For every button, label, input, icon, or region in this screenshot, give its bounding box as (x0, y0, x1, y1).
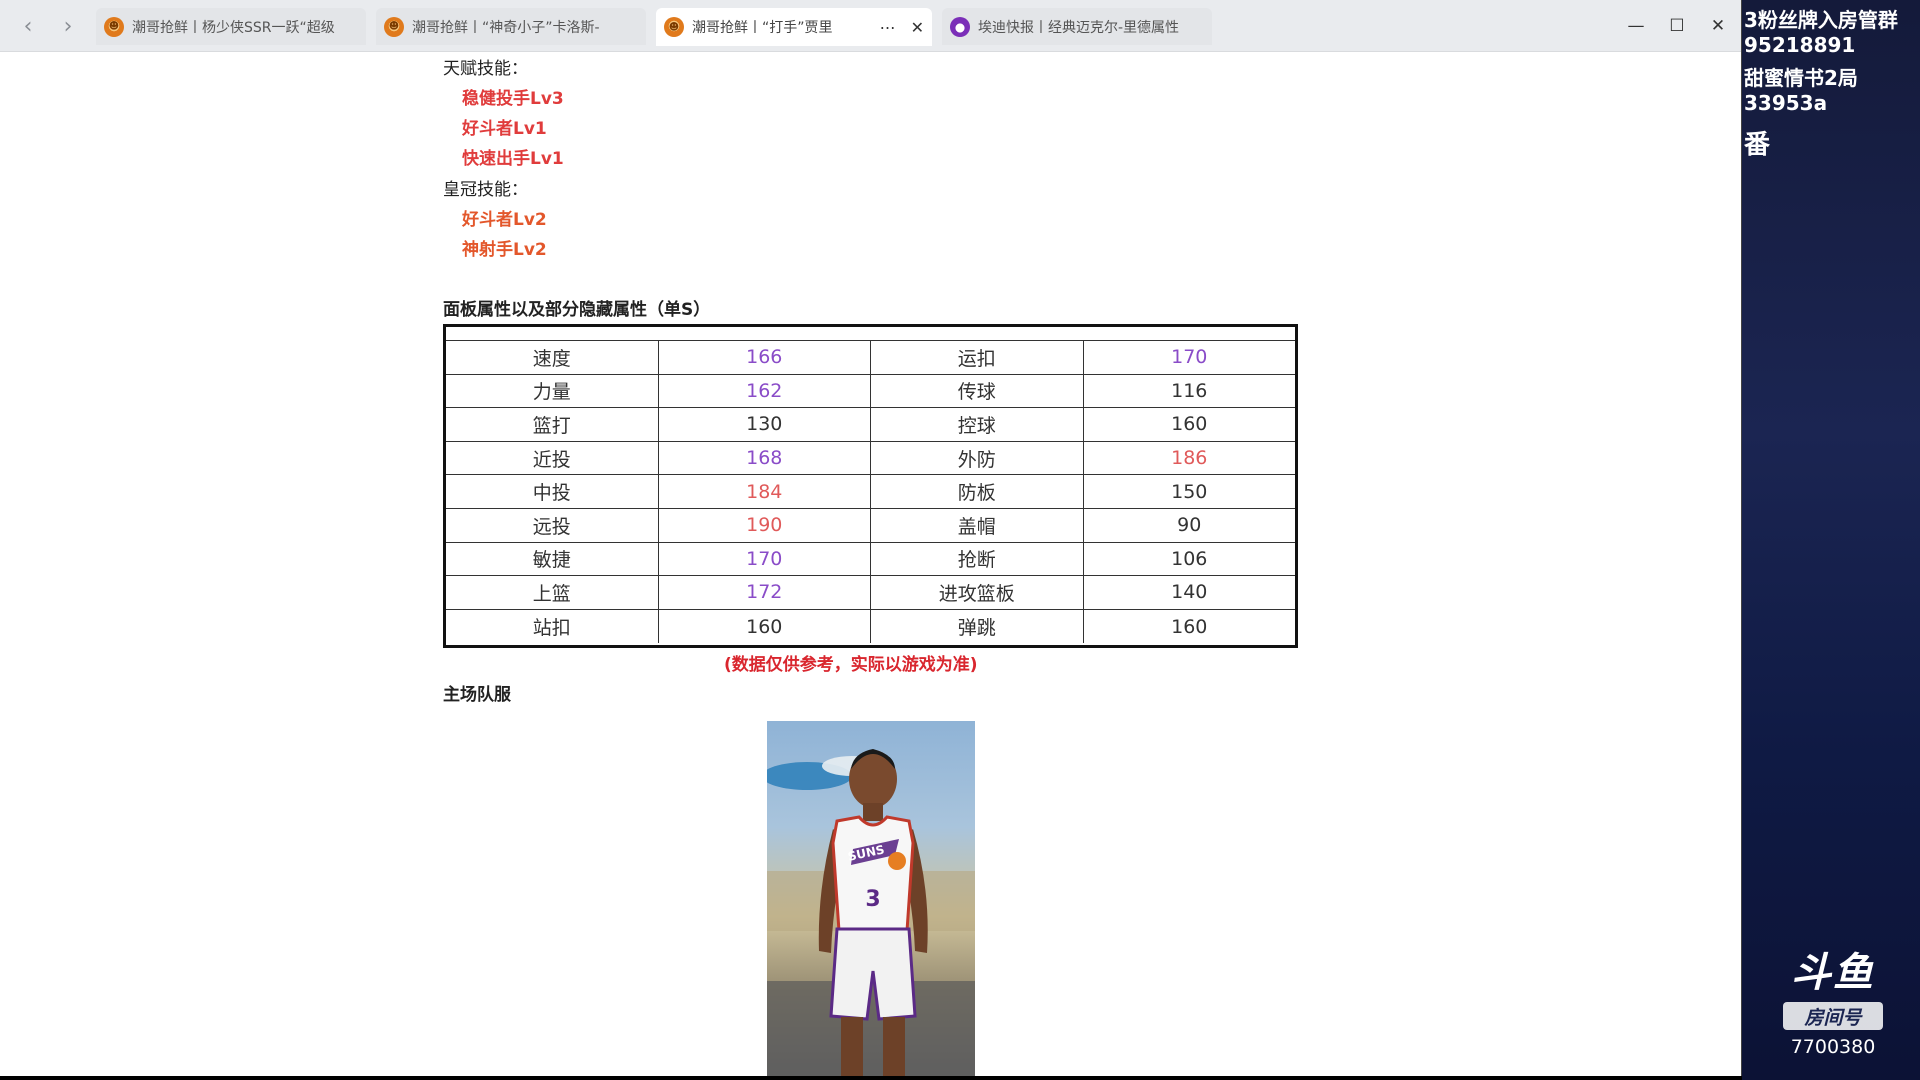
douyu-logo-mark: 斗鱼 (1791, 950, 1875, 996)
minimize-icon: — (1627, 16, 1645, 36)
stat-value-cell: 170 (659, 542, 871, 576)
stat-value-cell: 172 (659, 576, 871, 609)
browser-window: ‹ › ☻ 潮哥抢鲜丨杨少侠SSR一跃“超级 ☻ 潮哥抢鲜丨“神奇小子”卡洛斯-… (0, 0, 1742, 1076)
table-row: 篮打 130 控球 160 (446, 408, 1295, 442)
crown-skill: 神射手Lv2 (462, 240, 547, 260)
tab-3-active[interactable]: ☻ 潮哥抢鲜丨“打手”贾里 ⋯ ✕ (656, 8, 932, 46)
forward-icon: › (63, 13, 73, 39)
stat-label-cell: 防板 (871, 475, 1084, 508)
crown-skill: 好斗者Lv2 (462, 210, 547, 230)
stat-label-cell: 敏捷 (446, 542, 659, 576)
stat-label-cell: 速度 (446, 341, 659, 374)
minimize-button[interactable]: — (1621, 12, 1651, 40)
overlay-text: 33953a (1744, 91, 1828, 115)
stat-value-cell: 90 (1177, 514, 1202, 537)
stats-table: 速度 166 运扣 170 力量 162 传球 116 篮打 130 控球 160 近投 168 外防 186… (443, 324, 1298, 648)
stat-value-cell: 130 (659, 408, 871, 441)
talent-skill: 稳健投手Lv3 (462, 89, 564, 109)
close-button[interactable]: ✕ (1703, 12, 1733, 40)
stats-heading: 面板属性以及部分隐藏属性（单S） (443, 300, 711, 320)
tab-title: 潮哥抢鲜丨“神奇小子”卡洛斯- (412, 19, 600, 36)
room-number: 7700380 (1790, 1036, 1876, 1058)
stat-value-cell: 160 (1171, 413, 1208, 436)
stat-label-cell: 远投 (446, 508, 659, 542)
tab-title: 潮哥抢鲜丨杨少侠SSR一跃“超级 (132, 19, 335, 36)
room-label: 房间号 (1783, 1002, 1883, 1030)
stat-value-cell: 150 (1171, 480, 1208, 503)
tab-4[interactable]: 埃迪快报丨经典迈克尔-里德属性 (942, 8, 1212, 45)
table-row: 力量 162 传球 116 (446, 374, 1295, 409)
stat-value-cell: 116 (1171, 379, 1208, 402)
tab-1[interactable]: ☻ 潮哥抢鲜丨杨少侠SSR一跃“超级 (96, 8, 366, 45)
article-content: 天赋技能： 稳健投手Lv3 好斗者Lv1 快速出手Lv1 皇冠技能： 好斗者Lv… (0, 52, 1741, 1076)
orange-mascot-icon: ☻ (664, 17, 684, 37)
maximize-button[interactable]: ☐ (1662, 12, 1692, 40)
stat-label-cell: 运扣 (871, 341, 1084, 374)
jersey-number: 3 (865, 887, 880, 912)
stat-value-cell: 184 (659, 475, 871, 508)
disclaimer-note: (数据仅供参考，实际以游戏为准) (724, 655, 978, 675)
crown-heading: 皇冠技能： (443, 180, 528, 200)
stat-label-cell: 进攻篮板 (871, 576, 1084, 609)
stat-label-cell: 传球 (871, 374, 1084, 408)
overlay-text: 95218891 (1744, 33, 1856, 57)
stat-value-cell: 166 (659, 341, 871, 374)
stream-overlay: 3粉丝牌入房管群 95218891 甜蜜情书2局 33953a 番 (1742, 0, 1920, 1080)
home-jersey-heading: 主场队服 (443, 685, 511, 705)
forward-button[interactable]: › (54, 12, 82, 40)
table-top-strip (446, 327, 1295, 341)
stat-label-cell: 力量 (446, 374, 659, 408)
close-icon: ✕ (1710, 16, 1726, 36)
back-icon: ‹ (23, 13, 33, 39)
table-row: 中投 184 防板 150 (446, 475, 1295, 509)
stat-label-cell: 近投 (446, 441, 659, 475)
stat-value-cell: 106 (1171, 547, 1208, 570)
overlay-text: 3粉丝牌入房管群 (1744, 8, 1898, 32)
stat-label-cell: 上篮 (446, 576, 659, 609)
table-row: 站扣 160 弹跳 160 (446, 609, 1295, 644)
table-row: 远投 190 盖帽 90 (446, 508, 1295, 543)
orange-mascot-icon: ☻ (384, 16, 404, 37)
stat-value-cell: 160 (1171, 615, 1208, 638)
more-icon[interactable]: ⋯ (880, 18, 897, 37)
stat-value-cell: 170 (1171, 346, 1208, 369)
douyu-logo: 斗鱼 房间号 7700380 (1778, 940, 1888, 1058)
stat-label-cell: 篮打 (446, 408, 659, 441)
maximize-icon: ☐ (1669, 16, 1685, 36)
tab-bar: ‹ › ☻ 潮哥抢鲜丨杨少侠SSR一跃“超级 ☻ 潮哥抢鲜丨“神奇小子”卡洛斯-… (0, 0, 1741, 52)
orange-mascot-icon: ☻ (104, 16, 124, 37)
tab-2[interactable]: ☻ 潮哥抢鲜丨“神奇小子”卡洛斯- (376, 8, 646, 45)
player-illustration: 3 SUNS (767, 749, 975, 1076)
stat-value-cell: 140 (1171, 581, 1208, 604)
talent-skill: 好斗者Lv1 (462, 119, 547, 139)
tab-title: 潮哥抢鲜丨“打手”贾里 (692, 20, 833, 36)
stat-label-cell: 抢断 (871, 542, 1084, 576)
stat-value-cell: 186 (1171, 447, 1208, 470)
tab-close-icon[interactable]: ✕ (911, 18, 924, 37)
stat-label-cell: 中投 (446, 475, 659, 508)
table-row: 上篮 172 进攻篮板 140 (446, 576, 1295, 610)
stat-label-cell: 控球 (871, 408, 1084, 441)
back-button[interactable]: ‹ (14, 12, 42, 40)
table-row: 敏捷 170 抢断 106 (446, 542, 1295, 577)
overlay-text: 番 (1744, 130, 1771, 160)
table-row: 近投 168 外防 186 (446, 441, 1295, 476)
purple-logo-icon (950, 16, 970, 37)
stat-label-cell: 外防 (871, 441, 1084, 475)
talent-heading: 天赋技能： (443, 59, 528, 79)
stat-value-cell: 160 (659, 609, 871, 644)
stat-value-cell: 162 (659, 374, 871, 408)
table-row: 速度 166 运扣 170 (446, 341, 1295, 375)
stat-label-cell: 盖帽 (871, 508, 1084, 542)
player-photo: 3 SUNS (767, 721, 975, 1076)
tab-title: 埃迪快报丨经典迈克尔-里德属性 (978, 19, 1180, 36)
overlay-text: 甜蜜情书2局 (1744, 66, 1858, 90)
talent-skill: 快速出手Lv1 (462, 149, 564, 169)
stat-value-cell: 190 (659, 508, 871, 542)
stat-label-cell: 站扣 (446, 609, 659, 644)
stat-label-cell: 弹跳 (871, 609, 1084, 644)
stat-value-cell: 168 (659, 441, 871, 475)
